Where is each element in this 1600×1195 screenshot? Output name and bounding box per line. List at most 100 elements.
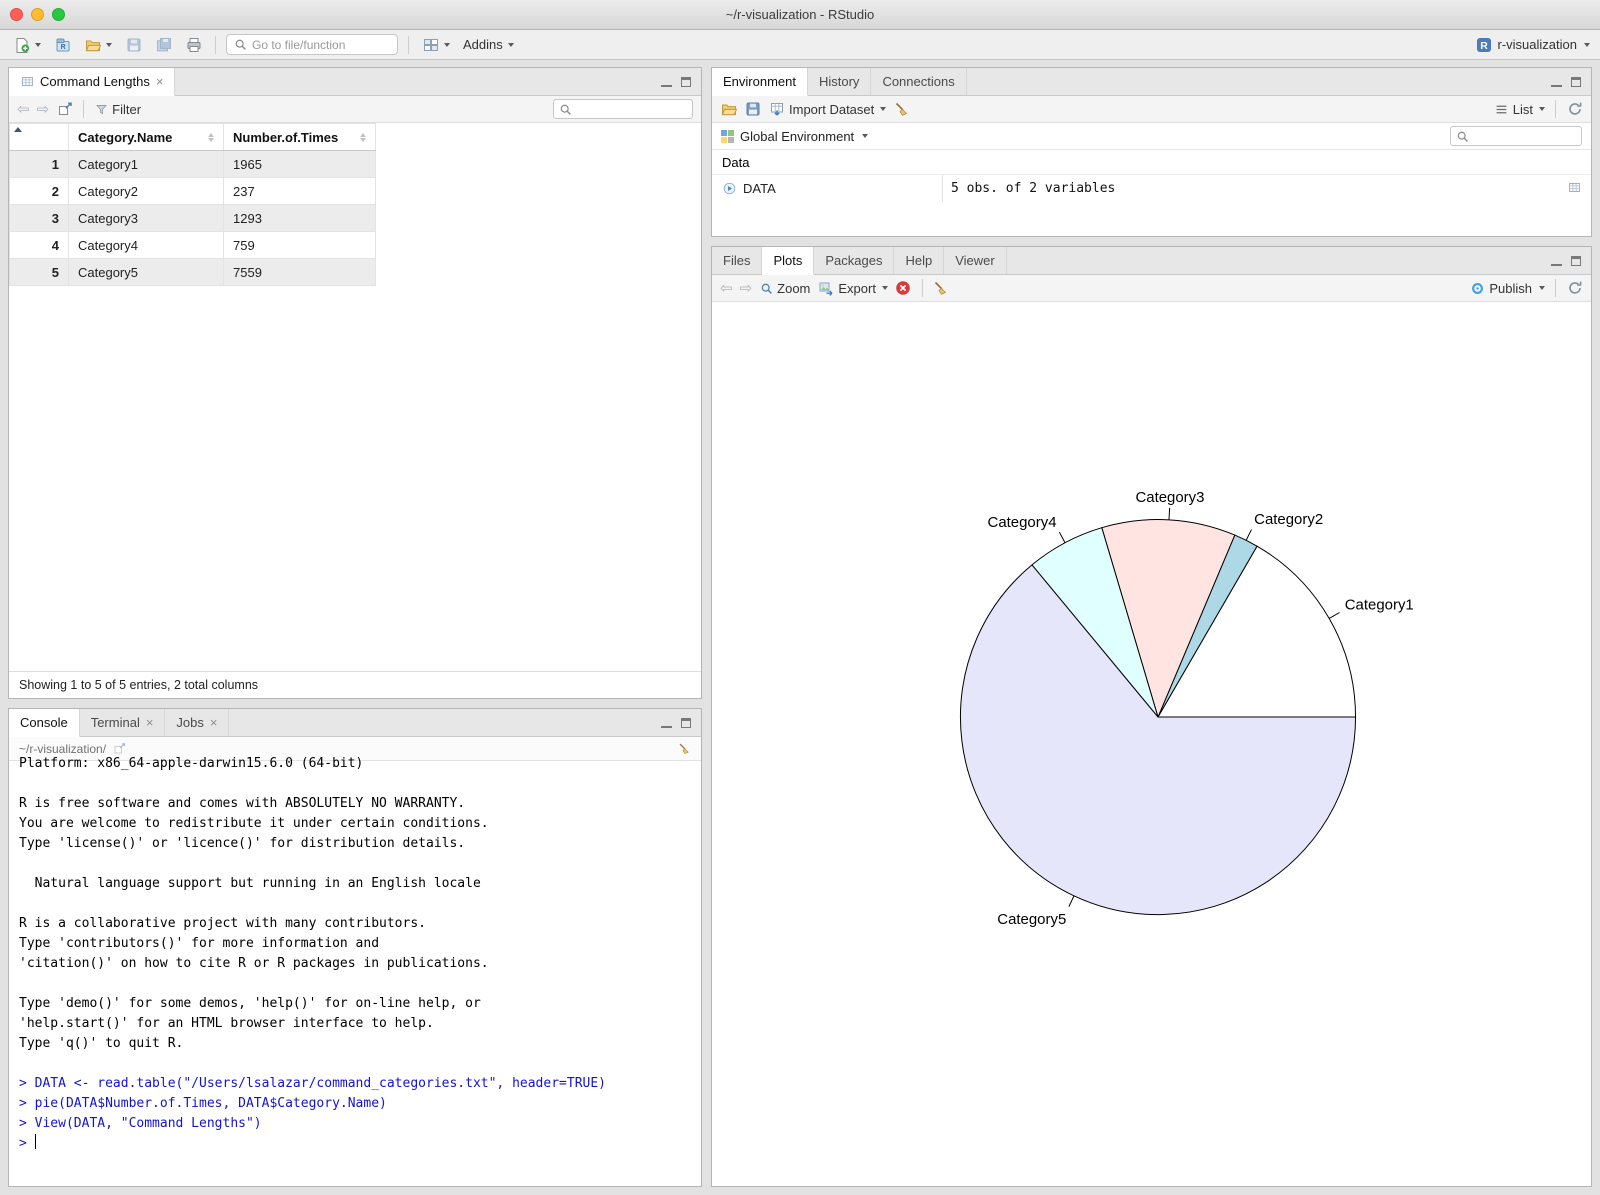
window-controls (10, 8, 65, 21)
sort-arrows-icon (360, 132, 366, 142)
minimize-pane-icon[interactable] (1551, 256, 1562, 266)
minimize-window-button[interactable] (31, 8, 44, 21)
viewer-toolbar: ⇦ ⇨ Filter (9, 96, 701, 123)
publish-button[interactable]: Publish (1470, 281, 1545, 296)
plots-tabbar: Files Plots Packages Help Viewer (712, 247, 1591, 275)
save-icon (125, 36, 142, 53)
chevron-down-icon (507, 42, 514, 47)
new-file-button[interactable] (10, 34, 44, 55)
source-pane: Command Lengths × ⇦ ⇨ Filter Category.Na… (8, 67, 702, 699)
environment-search-input[interactable] (1473, 129, 1576, 143)
cell-number-of-times: 1293 (223, 204, 376, 232)
zoom-button[interactable]: Zoom (759, 281, 810, 296)
console-output-line: Type 'contributors()' for more informati… (19, 936, 380, 951)
back-icon[interactable]: ⇦ (17, 102, 30, 117)
tab-environment[interactable]: Environment (712, 68, 808, 96)
print-button[interactable] (182, 34, 205, 55)
close-window-button[interactable] (10, 8, 23, 21)
maximize-pane-icon[interactable] (1571, 76, 1581, 87)
workspace-panes-button[interactable] (419, 34, 453, 55)
close-icon[interactable]: × (210, 716, 218, 729)
minimize-pane-icon[interactable] (661, 718, 672, 728)
maximize-pane-icon[interactable] (681, 76, 691, 87)
tab-plots[interactable]: Plots (762, 247, 815, 275)
view-data-grid-icon[interactable] (1567, 180, 1581, 194)
remove-plot-icon[interactable] (895, 280, 912, 297)
tab-command-lengths[interactable]: Command Lengths × (9, 68, 176, 96)
cell-category-name: Category5 (68, 258, 224, 286)
save-all-button[interactable] (152, 34, 175, 55)
new-project-button[interactable]: R (51, 34, 74, 55)
tab-label: Console (20, 715, 68, 730)
console-output[interactable]: Platform: x86_64-apple-darwin15.6.0 (64-… (9, 754, 701, 1186)
import-dataset-button[interactable]: Import Dataset (768, 101, 887, 118)
save-button[interactable] (122, 34, 145, 55)
environment-object-row[interactable]: DATA 5 obs. of 2 variables (712, 175, 1591, 202)
project-menu[interactable]: R r-visualization (1476, 36, 1590, 53)
close-icon[interactable]: × (146, 716, 154, 729)
save-workspace-icon[interactable] (744, 101, 761, 118)
maximize-pane-icon[interactable] (681, 717, 691, 728)
tab-history[interactable]: History (808, 68, 872, 95)
fullscreen-window-button[interactable] (52, 8, 65, 21)
refresh-icon[interactable] (1566, 101, 1583, 118)
console-output-line: You are welcome to redistribute it under… (19, 816, 489, 831)
console-prompt[interactable]: > (19, 1134, 691, 1154)
filter-button[interactable]: Filter (94, 102, 141, 117)
export-button[interactable]: Export (817, 280, 888, 297)
refresh-plot-icon[interactable] (1566, 280, 1583, 297)
tab-connections[interactable]: Connections (871, 68, 967, 95)
maximize-pane-icon[interactable] (1571, 255, 1581, 266)
open-file-button[interactable] (81, 34, 115, 55)
goto-file-input[interactable] (252, 37, 390, 52)
tab-jobs[interactable]: Jobs × (165, 709, 230, 736)
clear-environment-icon[interactable] (893, 101, 910, 118)
table-search-input[interactable] (576, 102, 687, 116)
goto-directory-icon[interactable] (112, 742, 126, 756)
tab-files[interactable]: Files (712, 247, 763, 274)
tab-viewer[interactable]: Viewer (944, 247, 1007, 274)
environment-scope-row: Global Environment (712, 123, 1591, 150)
console-output-line: 'citation()' on how to cite R or R packa… (19, 956, 489, 971)
column-header-number-of-times[interactable]: Number.of.Times (223, 123, 376, 151)
export-label: Export (838, 280, 876, 296)
tab-label: Terminal (90, 715, 140, 730)
tab-packages[interactable]: Packages (814, 247, 895, 274)
tab-help[interactable]: Help (894, 247, 945, 274)
cell-category-name: Category3 (68, 204, 224, 232)
forward-icon[interactable]: ⇨ (37, 102, 50, 117)
clear-all-plots-icon[interactable] (933, 280, 950, 297)
close-icon[interactable]: × (156, 75, 164, 88)
environment-search-box[interactable] (1450, 126, 1582, 146)
load-workspace-icon[interactable] (720, 101, 737, 118)
env-display-mode-button[interactable]: List (1495, 102, 1545, 117)
environment-scope-label[interactable]: Global Environment (740, 129, 854, 144)
minimize-pane-icon[interactable] (1551, 77, 1562, 87)
save-all-icon (155, 36, 172, 53)
pie-label-category3: Category3 (1135, 489, 1204, 506)
table-search-box[interactable] (553, 99, 693, 119)
table-row: 4 Category4 759 (9, 231, 376, 259)
pie-label-category1: Category1 (1345, 597, 1414, 614)
tab-console[interactable]: Console (9, 709, 80, 737)
expand-object-icon[interactable] (722, 182, 736, 196)
open-in-new-window-icon[interactable] (56, 101, 73, 118)
tab-label: Files (723, 253, 751, 268)
filter-label: Filter (112, 101, 142, 117)
cell-number-of-times: 7559 (223, 258, 376, 286)
goto-file-box[interactable] (226, 34, 398, 55)
search-icon (559, 102, 572, 116)
minimize-pane-icon[interactable] (661, 77, 672, 87)
next-plot-icon[interactable]: ⇨ (740, 281, 753, 296)
source-tabbar: Command Lengths × (9, 68, 701, 96)
column-header-category-name[interactable]: Category.Name (68, 123, 224, 151)
tab-terminal[interactable]: Terminal × (80, 709, 166, 736)
row-number: 5 (9, 258, 69, 286)
chevron-down-icon (444, 42, 450, 47)
addins-menu[interactable]: Addins (460, 35, 517, 54)
pie-label-category4: Category4 (988, 514, 1057, 531)
row-number-header[interactable] (9, 123, 69, 151)
previous-plot-icon[interactable]: ⇦ (720, 281, 733, 296)
